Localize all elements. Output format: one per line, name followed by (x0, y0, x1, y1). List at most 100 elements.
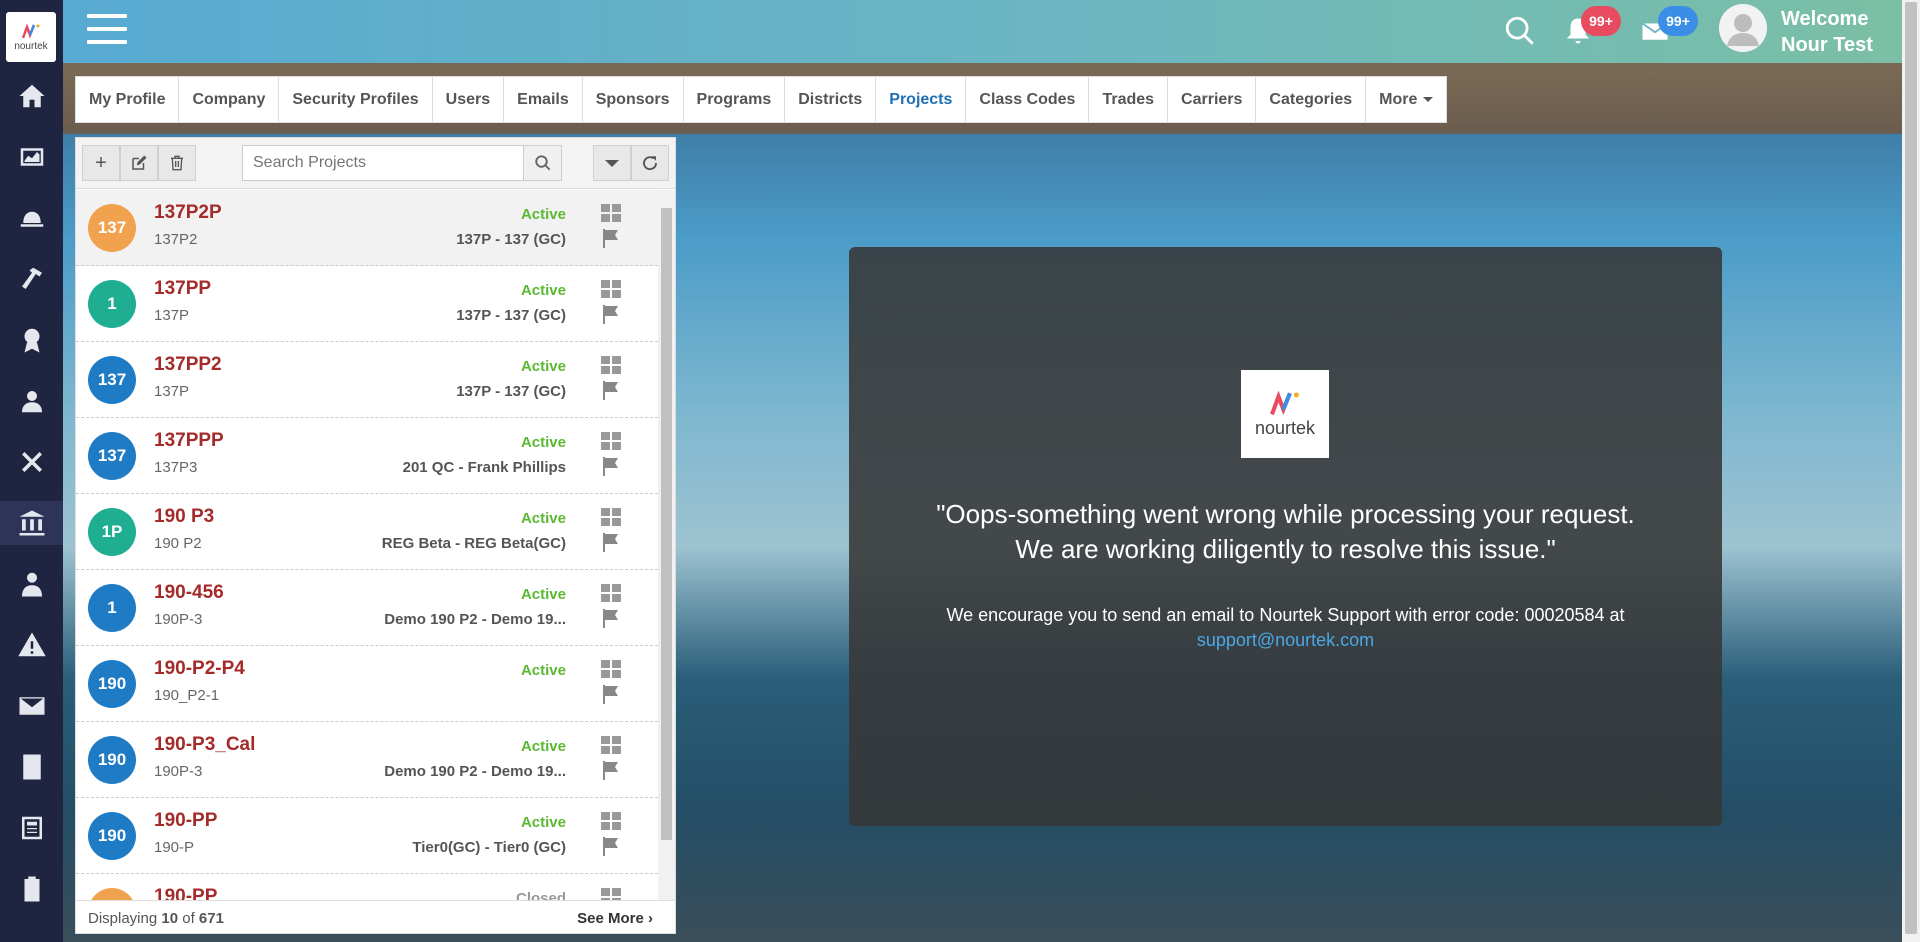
project-title[interactable]: 190 P3 (154, 506, 214, 528)
list-item[interactable]: 1 190-456 190P-3 Active Demo 190 P2 - De… (76, 570, 658, 646)
tab-more[interactable]: More (1366, 77, 1446, 122)
tab-sponsors[interactable]: Sponsors (583, 77, 684, 122)
notifications-icon[interactable]: 99+ (1563, 6, 1621, 51)
status-badge: Active (520, 738, 566, 755)
add-button[interactable]: + (82, 145, 120, 181)
project-title[interactable]: 190-P3_Cal (154, 734, 255, 756)
warning-icon[interactable] (0, 623, 63, 667)
list-item[interactable]: 190 190-PP 190-P Active Tier0(GC) - Tier… (76, 798, 658, 874)
list-item[interactable]: 137 137PPP 137P3 Active 201 QC - Frank P… (76, 418, 658, 494)
search-projects-input[interactable] (243, 146, 523, 180)
hardhat-icon[interactable] (0, 196, 63, 240)
plus-icon: + (95, 151, 107, 174)
project-title[interactable]: 190-P2-P4 (154, 658, 245, 680)
grid-icon[interactable] (601, 888, 621, 900)
tab-carriers[interactable]: Carriers (1168, 77, 1257, 122)
list-item[interactable]: 190 190-P2-P4 190_P2-1 Active (76, 646, 658, 722)
tab-projects[interactable]: Projects (876, 77, 967, 122)
document-icon[interactable] (0, 745, 63, 789)
flag-icon[interactable] (601, 304, 621, 324)
worker-icon[interactable] (0, 379, 63, 423)
project-code: 137P3 (154, 459, 198, 476)
home-icon[interactable] (0, 74, 63, 118)
logo-text: nourtek (1254, 417, 1316, 438)
project-avatar: 190 (88, 812, 136, 860)
edit-button[interactable] (120, 145, 158, 181)
mail-icon[interactable] (0, 684, 63, 728)
grid-icon[interactable] (601, 280, 621, 298)
flag-icon[interactable] (601, 532, 621, 552)
grid-icon[interactable] (601, 508, 621, 526)
menu-toggle-icon[interactable] (87, 14, 127, 48)
messages-icon[interactable]: 99+ (1640, 6, 1698, 51)
list-scrollbar[interactable] (658, 190, 675, 900)
user-avatar[interactable] (1719, 4, 1767, 52)
grid-icon[interactable] (601, 432, 621, 450)
status-badge: Active (520, 358, 566, 375)
tab-districts[interactable]: Districts (785, 77, 877, 122)
project-title[interactable]: 137PPP (154, 430, 224, 452)
projects-panel: + 137 137P2P 137P2 Active 137P - 137 (GC… (75, 137, 676, 934)
tab-users[interactable]: Users (433, 77, 505, 122)
flag-icon[interactable] (601, 760, 621, 780)
project-title[interactable]: 190-456 (154, 582, 224, 604)
dashboard-icon[interactable] (0, 135, 63, 179)
list-item[interactable]: 1P 190 P3 190 P2 Active REG Beta - REG B… (76, 494, 658, 570)
grid-icon[interactable] (601, 812, 621, 830)
project-contractor: 201 QC - Frank Phillips (402, 459, 566, 476)
tab-programs[interactable]: Programs (684, 77, 786, 122)
flag-icon[interactable] (601, 456, 621, 476)
flag-icon[interactable] (601, 608, 621, 628)
error-instructions: We encourage you to send an email to Nou… (849, 603, 1722, 653)
report-icon[interactable] (0, 806, 63, 850)
app-logo[interactable]: nourtek (6, 12, 56, 62)
flag-icon[interactable] (601, 836, 621, 856)
grid-icon[interactable] (601, 660, 621, 678)
project-avatar: 137 (88, 204, 136, 252)
agent-icon[interactable] (0, 562, 63, 606)
delete-button[interactable] (158, 145, 196, 181)
bank-icon[interactable] (0, 501, 63, 545)
refresh-icon (643, 156, 657, 171)
clipboard-icon[interactable] (0, 867, 63, 911)
list-item[interactable]: 137 137PP2 137P Active 137P - 137 (GC) (76, 342, 658, 418)
grid-icon[interactable] (601, 204, 621, 222)
project-title[interactable]: 190-PP (154, 886, 217, 900)
hammer-icon[interactable] (0, 257, 63, 301)
list-item[interactable]: 190 190-P3_Cal 190P-3 Active Demo 190 P2… (76, 722, 658, 798)
project-title[interactable]: 190-PP (154, 810, 217, 832)
tab-class-codes[interactable]: Class Codes (966, 77, 1090, 122)
welcome-text[interactable]: Welcome Nour Test (1781, 6, 1873, 58)
award-icon[interactable] (0, 318, 63, 362)
see-more-label: See More (577, 910, 644, 927)
tab-security-profiles[interactable]: Security Profiles (279, 77, 433, 122)
page-scrollbar[interactable] (1902, 0, 1920, 942)
project-code: 137P2 (154, 231, 198, 248)
flag-icon[interactable] (601, 380, 621, 400)
project-contractor: Tier0(GC) - Tier0 (GC) (412, 839, 566, 856)
chevron-right-icon: › (648, 910, 653, 927)
flag-icon[interactable] (601, 684, 621, 704)
grid-icon[interactable] (601, 584, 621, 602)
tab-my-profile[interactable]: My Profile (76, 77, 180, 122)
tools-icon[interactable] (0, 440, 63, 484)
grid-icon[interactable] (601, 356, 621, 374)
search-button[interactable] (523, 146, 561, 180)
tab-trades[interactable]: Trades (1089, 77, 1169, 122)
tab-categories[interactable]: Categories (1256, 77, 1367, 122)
list-item[interactable]: 1 137PP 137P Active 137P - 137 (GC) (76, 266, 658, 342)
list-item[interactable]: 190-PP Closed (76, 874, 658, 900)
project-title[interactable]: 137PP (154, 278, 211, 300)
project-title[interactable]: 137PP2 (154, 354, 222, 376)
support-email-link[interactable]: support@nourtek.com (849, 628, 1722, 653)
filter-dropdown-button[interactable] (593, 145, 631, 181)
tab-company[interactable]: Company (179, 77, 280, 122)
tab-emails[interactable]: Emails (504, 77, 583, 122)
see-more-link[interactable]: See More › (577, 910, 653, 927)
project-title[interactable]: 137P2P (154, 202, 222, 224)
search-icon[interactable] (1503, 14, 1537, 51)
list-item[interactable]: 137 137P2P 137P2 Active 137P - 137 (GC) (76, 190, 658, 266)
flag-icon[interactable] (601, 228, 621, 248)
refresh-button[interactable] (631, 145, 669, 181)
grid-icon[interactable] (601, 736, 621, 754)
